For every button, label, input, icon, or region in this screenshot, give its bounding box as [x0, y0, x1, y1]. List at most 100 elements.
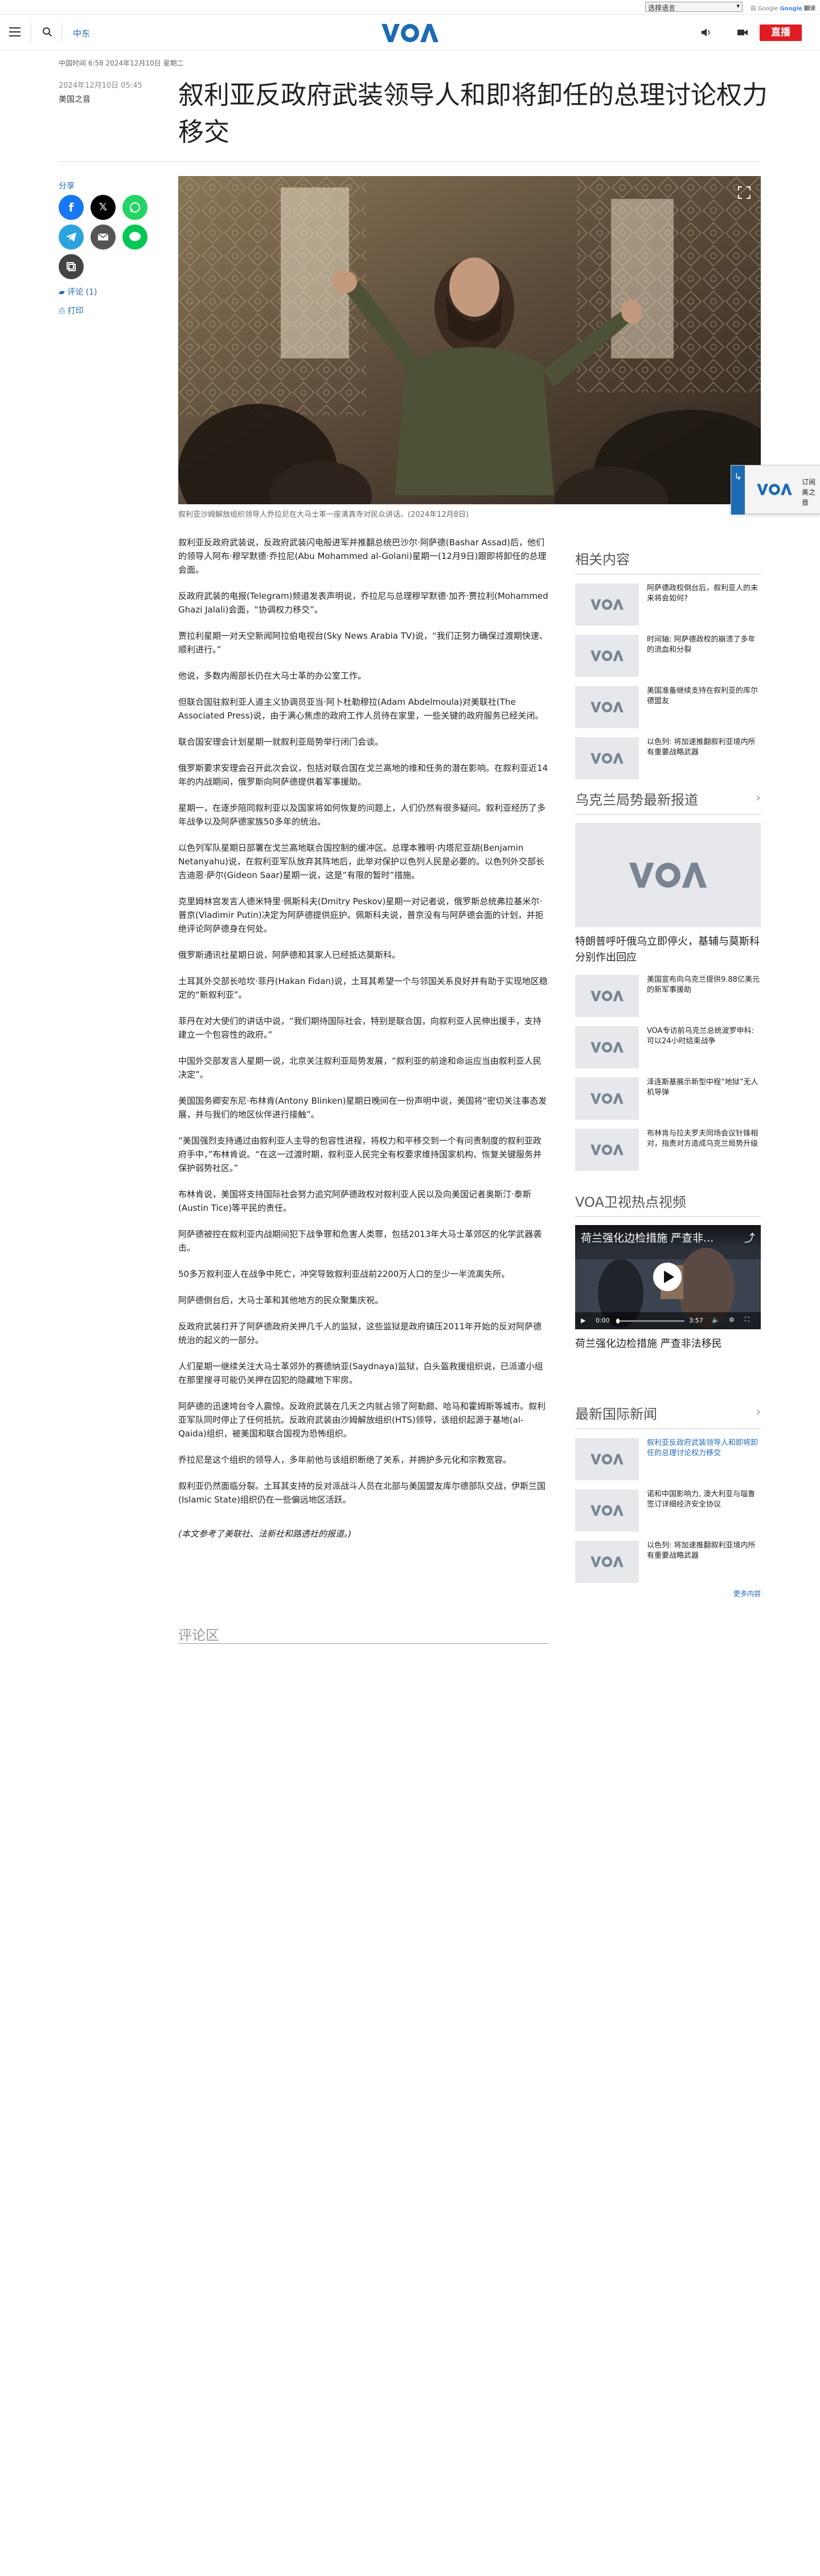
settings-icon[interactable]: ⚙ [729, 1316, 735, 1324]
chevron-right-icon: › [756, 791, 761, 805]
video-camera-icon[interactable] [737, 27, 748, 38]
article-paragraph: 阿萨德倒台后，大马士革和其他地方的民众聚集庆祝。 [178, 1295, 384, 1305]
related-heading: 相关内容 [575, 548, 761, 574]
video-progress-bar[interactable] [616, 1318, 684, 1324]
speaker-icon[interactable] [700, 27, 712, 38]
floating-subscribe-widget[interactable]: ↳ 订阅 美之音 [731, 465, 820, 515]
telegram-share-button[interactable] [59, 224, 84, 250]
live-button[interactable]: 直播 [760, 25, 802, 41]
related-item-title: 阿萨德政权倒台后，叙利亚人的未来将会如何? [647, 584, 758, 603]
translate-word: 翻译 [804, 6, 815, 12]
voa-placeholder-thumb [575, 635, 639, 677]
print-icon: ⎙ [59, 307, 65, 316]
whatsapp-share-button[interactable] [122, 195, 147, 220]
voa-placeholder-thumb [575, 737, 639, 779]
copy-link-button[interactable] [59, 254, 84, 279]
ukraine-item-title: 布林肯与拉夫罗夫同场会议针锋相对，指责对方造成乌克兰局势升级 [647, 1129, 758, 1148]
telegram-icon [66, 232, 76, 242]
x-icon: 𝕏 [99, 201, 108, 213]
world-item-title: 以色列: 将加速推翻叙利亚境内所有重要战略武器 [647, 1541, 756, 1560]
article-paragraph: 俄罗斯通讯社星期日说，阿萨德和其家人已经抵达莫斯科。 [178, 950, 401, 960]
more-content-link[interactable]: 更多内容 [575, 1589, 761, 1598]
article-paragraph: 人们星期一继续关注大马士革郊外的赛德纳亚(Saydnaya)监狱，白头盔救援组织… [178, 1361, 543, 1385]
voa-logo[interactable] [380, 23, 440, 43]
fullscreen-icon[interactable]: ⛶ [745, 1316, 749, 1324]
x-share-button[interactable]: 𝕏 [91, 195, 116, 220]
language-select[interactable]: 选择语言 [645, 2, 743, 12]
ukraine-item[interactable]: 泽连斯基展示新型中程“地狱”无人机导弹 [575, 1077, 761, 1120]
voa-placeholder-thumb[interactable] [575, 823, 761, 927]
article-paragraph: 土耳其外交部长哈坎·菲丹(Hakan Fidan)说，土耳其希望一个与邻国关系良… [178, 976, 548, 1000]
article-paragraph: 美国国务卿安东尼·布林肯(Antony Blinken)星期日晚间在一份声明中说… [178, 1096, 547, 1120]
video-caption[interactable]: 荷兰强化边检措施 严查非法移民 [575, 1336, 761, 1352]
world-item[interactable]: 诺和中国影响力, 澳大利亚与瑙鲁签订详细经济安全协议 [575, 1489, 761, 1532]
voa-placeholder-thumb [575, 1489, 639, 1532]
powered-by: 由 Google [750, 6, 778, 12]
ukraine-heading-label: 乌克兰局势最新报道 [575, 792, 698, 808]
chevron-right-icon: › [756, 1405, 761, 1419]
video-section: VOA卫视热点视频 荷兰强化边检措施 严查非... ⤴ ▶ 0:00 3:57 … [575, 1191, 761, 1352]
google-logo-text: Google [780, 6, 802, 12]
hamburger-menu-icon[interactable] [9, 27, 20, 36]
image-caption: 叙利亚沙姆解放组织领导人乔拉尼在大马士革一座清真寺对民众讲话。(2024年12月… [178, 511, 469, 519]
hero-photo [178, 176, 761, 504]
article-paragraph: 中国外交部发言人星期一说，北京关注叙利亚局势发展，“叙利亚的前途和命运应当由叙利… [178, 1056, 542, 1080]
line-share-button[interactable] [122, 224, 147, 250]
print-link-label: 打印 [67, 307, 84, 316]
facebook-share-button[interactable]: f [59, 195, 84, 220]
article-paragraph: 俄罗斯要求安理会召开此次会议，包括对联合国在戈兰高地的维和任务的潜在影响。在叙利… [178, 763, 548, 787]
ukraine-item-title: VOA专访前乌克兰总统波罗申科: 可以24小时结束战争 [647, 1027, 754, 1046]
voa-placeholder-thumb [575, 1438, 639, 1480]
related-item-title: 美国准备继续支持在叙利亚的库尔德盟友 [647, 687, 758, 705]
ukraine-item[interactable]: VOA专访前乌克兰总统波罗申科: 可以24小时结束战争 [575, 1026, 761, 1068]
video-title-bar: 荷兰强化边检措施 严查非... ⤴ [575, 1225, 761, 1248]
ukraine-item-title: 美国宣布向乌克兰提供9.88亿美元的新军事援助 [647, 975, 760, 994]
related-item[interactable]: 美国准备继续支持在叙利亚的库尔德盟友 [575, 686, 761, 728]
arrow-icon[interactable]: ↳ [731, 466, 745, 515]
section-link[interactable]: 中东 [73, 27, 90, 39]
ukraine-section: 乌克兰局势最新报道 › 特朗普呼吁俄乌立即停火，基辅与莫斯科分别作出回应 美国宣布… [575, 789, 761, 1171]
article-source: 美国之音 [59, 95, 91, 104]
play-icon[interactable] [653, 1263, 682, 1291]
play-small-icon[interactable]: ▶ [581, 1317, 585, 1324]
site-header: 中东 直播 [0, 15, 820, 50]
comments-link[interactable]: ▰ 评论 (1) [59, 286, 97, 297]
ukraine-item[interactable]: 美国宣布向乌克兰提供9.88亿美元的新军事援助 [575, 975, 761, 1017]
ukraine-feature-title[interactable]: 特朗普呼吁俄乌立即停火，基辅与莫斯科分别作出回应 [575, 934, 761, 966]
article-source-note: (本文参考了美联社、法新社和路透社的报道。) [178, 1529, 352, 1539]
ukraine-heading[interactable]: 乌克兰局势最新报道 › [575, 789, 761, 815]
related-item[interactable]: 时间轴: 阿萨德政权的崩溃了多年的流血和分裂 [575, 635, 761, 677]
voa-placeholder-thumb [575, 686, 639, 728]
related-item[interactable]: 阿萨德政权倒台后，叙利亚人的未来将会如何? [575, 583, 761, 626]
article-paragraph: 菲丹在对大使们的讲话中说，“我们期待国际社会，特别是联合国，向叙利亚人民伸出援手… [178, 1016, 542, 1040]
whatsapp-icon [130, 202, 140, 213]
video-duration: 3:57 [689, 1317, 703, 1324]
voa-placeholder-thumb [575, 1541, 639, 1583]
email-share-button[interactable] [91, 224, 116, 250]
comments-heading: 评论区 [178, 1627, 219, 1643]
article-paragraph: 反政府武装的电报(Telegram)频道发表声明说，乔拉尼与总理穆罕默德·加齐·… [178, 591, 548, 615]
article-body: 叙利亚反政府武装说，反政府武装闪电般进军并推翻总统巴沙尔·阿萨德(Bashar … [178, 536, 548, 1553]
related-item[interactable]: 以色列: 将加速推翻叙利亚境内所有重要战略武器 [575, 737, 761, 779]
world-item[interactable]: 叙利亚反政府武装领导人和即将卸任的总理讨论权力移交 [575, 1438, 761, 1480]
voa-placeholder-thumb [575, 583, 639, 626]
world-heading[interactable]: 最新国际新闻 › [575, 1403, 761, 1429]
article-paragraph: 克里姆林宫发言人德米特里·佩斯科夫(Dmitry Peskov)星期一对记者说，… [178, 896, 544, 934]
article-paragraph: 布林肯说，美国将支持国际社会努力追究阿萨德政权对叙利亚人民以及向美国记者奥斯汀·… [178, 1189, 531, 1213]
article-paragraph: 50多万叙利亚人在战争中死亡，冲突导致叙利亚战前2200万人口的至少一半流离失所… [178, 1269, 510, 1279]
ukraine-item[interactable]: 布林肯与拉夫罗夫同场会议针锋相对，指责对方造成乌克兰局势升级 [575, 1129, 761, 1171]
hero-image[interactable] [178, 176, 761, 504]
search-icon[interactable] [42, 27, 52, 37]
publish-date: 2024年12月10日 05:45 [59, 81, 142, 90]
comment-icon: ▰ [59, 288, 65, 297]
share-icon[interactable]: ⤴ [744, 1230, 755, 1245]
facebook-icon: f [68, 201, 74, 214]
google-credit: 由 Google Google 翻译 [751, 3, 815, 12]
voa-placeholder-thumb [575, 1129, 639, 1171]
print-link[interactable]: ⎙ 打印 [59, 305, 84, 316]
video-player[interactable]: 荷兰强化边检措施 严查非... ⤴ ▶ 0:00 3:57 🔈 ⚙ ⛶ [575, 1225, 761, 1329]
world-item[interactable]: 以色列: 将加速推翻叙利亚境内所有重要战略武器 [575, 1541, 761, 1583]
video-heading: VOA卫视热点视频 [575, 1191, 761, 1217]
volume-icon[interactable]: 🔈 [712, 1316, 720, 1324]
expand-icon[interactable] [737, 185, 752, 200]
